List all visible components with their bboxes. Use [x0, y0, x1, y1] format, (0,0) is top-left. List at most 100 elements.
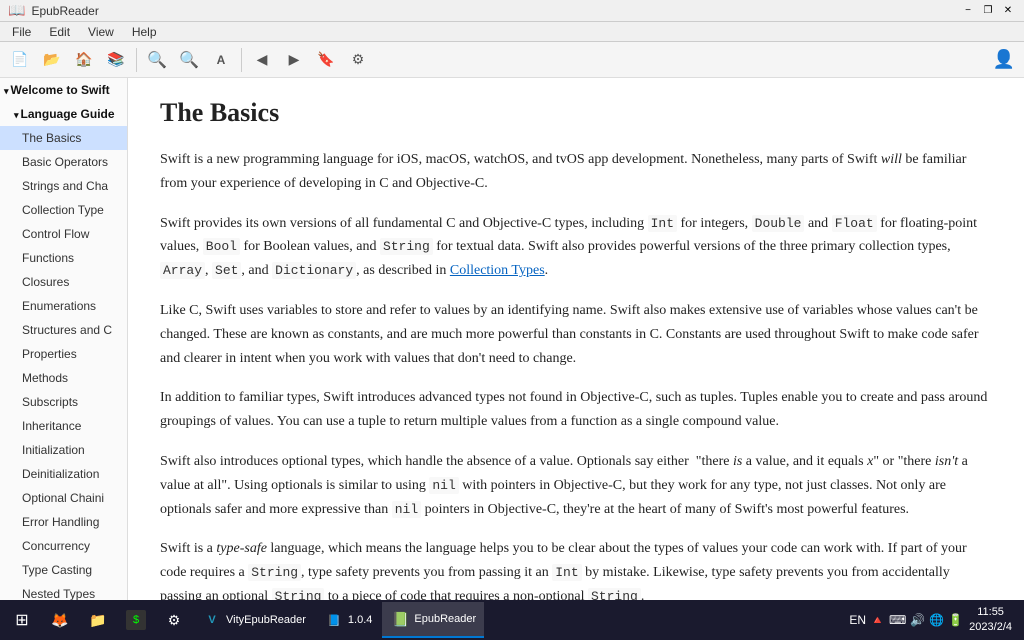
sys-tray: EN 🔺 ⌨ 🔊 🌐 🔋	[849, 613, 963, 627]
sidebar-item-error-handling[interactable]: Error Handling	[0, 510, 127, 534]
sidebar-item-nested-types[interactable]: Nested Types	[0, 582, 127, 600]
sidebar-item-welcome[interactable]: ▾Welcome to Swift	[0, 78, 127, 102]
sidebar-item-methods[interactable]: Methods	[0, 366, 127, 390]
start-button[interactable]: ⊞	[4, 602, 40, 638]
sidebar-item-enumerations[interactable]: Enumerations	[0, 294, 127, 318]
sidebar-item-subscripts[interactable]: Subscripts	[0, 390, 127, 414]
open-icon: 📂	[43, 51, 60, 68]
zoom-out-button[interactable]: 🔍	[175, 46, 203, 74]
epubreader-icon: 📗	[390, 609, 410, 629]
code-string-3: String	[272, 588, 325, 600]
taskbar-files[interactable]: 📁	[80, 602, 116, 638]
keyboard-lang-icon[interactable]: EN	[849, 613, 866, 627]
new-button[interactable]: 📄	[6, 46, 34, 74]
toolbar-separator-2	[241, 48, 242, 72]
paragraph-5: Swift also introduces optional types, wh…	[160, 450, 992, 521]
em-x: x	[867, 454, 873, 469]
home-icon: 🏠	[75, 51, 92, 68]
paragraph-1: Swift is a new programming language for …	[160, 148, 992, 196]
time-display: 11:55	[969, 605, 1012, 620]
menu-bar: File Edit View Help	[0, 22, 1024, 42]
next-button[interactable]: ▶	[280, 46, 308, 74]
network-icon[interactable]: 🌐	[929, 613, 944, 627]
zoom-text-icon: A	[217, 53, 226, 67]
user-button[interactable]: 👤	[990, 46, 1018, 74]
sidebar-item-properties[interactable]: Properties	[0, 342, 127, 366]
taskbar-settings-app[interactable]: ⚙	[156, 602, 192, 638]
code-nil-1: nil	[429, 477, 458, 494]
library-icon: 📚	[107, 51, 124, 68]
zoom-in-icon: 🔍	[147, 50, 167, 70]
date-display: 2023/2/4	[969, 620, 1012, 635]
sidebar-item-control-flow[interactable]: Control Flow	[0, 222, 127, 246]
sidebar-item-deinitialization[interactable]: Deinitialization	[0, 462, 127, 486]
settings-app-icon: ⚙	[164, 610, 184, 630]
toolbar-right: 👤	[990, 46, 1018, 74]
files-icon: 📁	[88, 610, 108, 630]
next-icon: ▶	[289, 51, 300, 68]
sidebar: ▾Welcome to Swift ▾Language Guide The Ba…	[0, 78, 128, 600]
bookmark-button[interactable]: 🔖	[312, 46, 340, 74]
sidebar-item-initialization[interactable]: Initialization	[0, 438, 127, 462]
zoom-text-button[interactable]: A	[207, 46, 235, 74]
home-button[interactable]: 🏠	[70, 46, 98, 74]
chevron-icon: ▾	[4, 85, 9, 99]
restore-button[interactable]: ❐	[980, 3, 996, 19]
menu-view[interactable]: View	[80, 23, 122, 41]
zoom-in-button[interactable]: 🔍	[143, 46, 171, 74]
sidebar-item-language-guide[interactable]: ▾Language Guide	[0, 102, 127, 126]
open-button[interactable]: 📂	[38, 46, 66, 74]
code-nil-2: nil	[392, 501, 421, 518]
settings-button[interactable]: ⚙	[344, 46, 372, 74]
sidebar-item-basic-operators[interactable]: Basic Operators	[0, 150, 127, 174]
library-button[interactable]: 📚	[102, 46, 130, 74]
sidebar-item-functions[interactable]: Functions	[0, 246, 127, 270]
volume-icon[interactable]: 🔊	[910, 613, 925, 627]
taskbar-vity-epubreader[interactable]: V VityEpubReader	[194, 602, 314, 638]
content-area[interactable]: The Basics Swift is a new programming la…	[128, 78, 1024, 600]
battery-icon[interactable]: 🔋	[948, 613, 963, 627]
close-button[interactable]: ✕	[1000, 3, 1016, 19]
menu-edit[interactable]: Edit	[41, 23, 78, 41]
taskbar-firefox[interactable]: 🦊	[42, 602, 78, 638]
firefox-icon: 🦊	[50, 610, 70, 630]
chevron-icon: ▾	[14, 109, 19, 123]
code-int-2: Int	[552, 564, 581, 581]
paragraph-2: Swift provides its own versions of all f…	[160, 212, 992, 283]
bookmark-icon: 🔖	[317, 51, 334, 68]
prev-button[interactable]: ◀	[248, 46, 276, 74]
menu-file[interactable]: File	[4, 23, 39, 41]
sidebar-item-optional-chaining[interactable]: Optional Chaini	[0, 486, 127, 510]
sidebar-item-inheritance[interactable]: Inheritance	[0, 414, 127, 438]
italic-will: will	[881, 152, 902, 167]
code-set: Set	[212, 262, 241, 279]
taskbar: ⊞ 🦊 📁 $ ⚙ V VityEpubReader 📘 1.0.4 📗 Epu…	[0, 600, 1024, 640]
app-title: EpubReader	[31, 4, 98, 18]
up-arrow-icon[interactable]: 🔺	[870, 613, 885, 627]
sidebar-item-structures[interactable]: Structures and C	[0, 318, 127, 342]
sidebar-item-collection-type[interactable]: Collection Type	[0, 198, 127, 222]
taskbar-epubreader[interactable]: 📗 EpubReader	[382, 602, 484, 638]
taskbar-epubreader-label: EpubReader	[414, 613, 476, 625]
sidebar-item-the-basics[interactable]: The Basics	[0, 126, 127, 150]
sidebar-item-strings[interactable]: Strings and Cha	[0, 174, 127, 198]
taskbar-version[interactable]: 📘 1.0.4	[316, 602, 380, 638]
app-icon: 📖	[8, 2, 25, 19]
code-string: String	[380, 238, 433, 255]
title-bar-left: 📖 EpubReader	[8, 2, 99, 19]
clock: 11:55 2023/2/4	[969, 605, 1012, 636]
new-icon: 📄	[11, 51, 28, 68]
paragraph-3: Like C, Swift uses variables to store an…	[160, 299, 992, 370]
sidebar-item-closures[interactable]: Closures	[0, 270, 127, 294]
sidebar-item-type-casting[interactable]: Type Casting	[0, 558, 127, 582]
version-icon: 📘	[324, 610, 344, 630]
sidebar-item-concurrency[interactable]: Concurrency	[0, 534, 127, 558]
collection-types-link[interactable]: Collection Types	[450, 263, 545, 278]
taskbar-version-label: 1.0.4	[348, 614, 372, 626]
menu-help[interactable]: Help	[124, 23, 165, 41]
minimize-button[interactable]: −	[960, 3, 976, 19]
code-string-2: String	[248, 564, 301, 581]
prev-icon: ◀	[257, 51, 268, 68]
taskbar-terminal[interactable]: $	[118, 602, 154, 638]
keyboard-icon[interactable]: ⌨	[889, 613, 906, 627]
